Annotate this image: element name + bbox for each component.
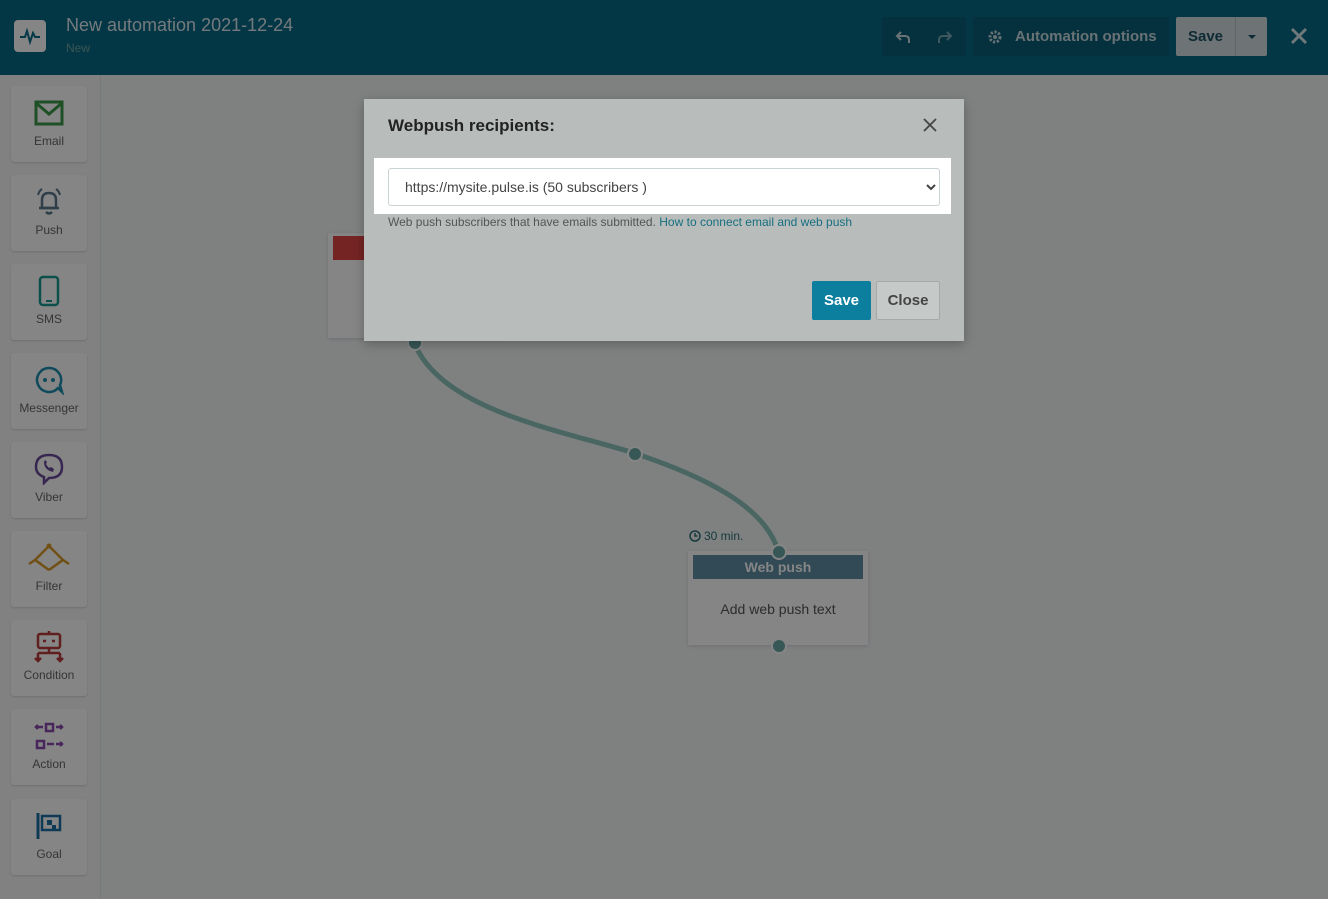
modal-close-x-button[interactable]: [920, 115, 940, 135]
modal-save-button[interactable]: Save: [812, 281, 871, 320]
modal-title: Webpush recipients:: [388, 116, 555, 135]
help-link[interactable]: How to connect email and web push: [659, 215, 852, 229]
close-icon: [923, 118, 937, 132]
recipients-select[interactable]: https://mysite.pulse.is (50 subscribers …: [388, 168, 940, 206]
webpush-recipients-modal: Webpush recipients: https://mysite.pulse…: [364, 99, 964, 341]
modal-close-button[interactable]: Close: [876, 281, 940, 320]
help-description: Web push subscribers that have emails su…: [388, 215, 656, 229]
help-text: Web push subscribers that have emails su…: [388, 215, 852, 229]
